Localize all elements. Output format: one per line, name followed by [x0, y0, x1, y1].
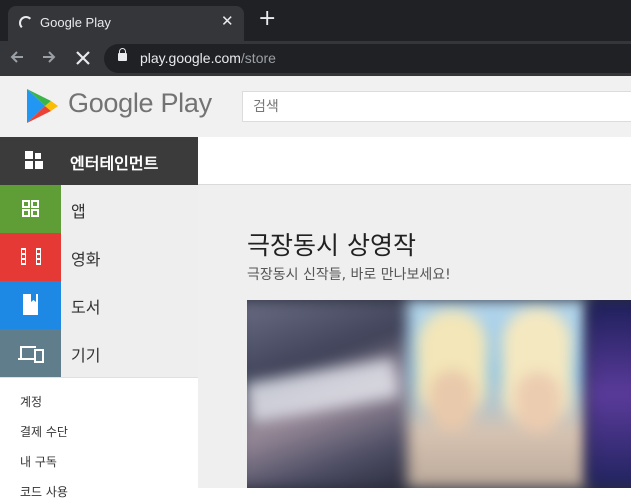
book-icon: [0, 281, 61, 329]
stop-loading-icon[interactable]: [74, 46, 92, 72]
page-title: 극장동시 상영작: [247, 231, 416, 260]
movie-poster-image[interactable]: [587, 300, 631, 488]
page-subtitle: 극장동시 신작들, 바로 만나보세요!: [247, 267, 451, 283]
sidebar-link-redeem[interactable]: 코드 사용: [20, 483, 68, 500]
featured-banner[interactable]: [247, 300, 631, 488]
sidebar-link-subscriptions[interactable]: 내 구독: [20, 453, 57, 470]
sidebar-item-label: 도서: [71, 298, 101, 317]
search-box[interactable]: [242, 91, 631, 122]
tab-title: Google Play: [40, 15, 111, 30]
loading-spinner-icon: [19, 16, 33, 30]
address-bar[interactable]: play.google.com/store: [104, 44, 631, 73]
movie-poster-image[interactable]: [407, 300, 587, 488]
sub-navigation-bar: [198, 137, 631, 185]
browser-tab[interactable]: Google Play ✕: [8, 6, 244, 41]
browser-toolbar: play.google.com/store: [0, 41, 631, 76]
search-input[interactable]: [243, 92, 631, 121]
sidebar: 엔터테인먼트 앱 영화 도서 기기 계정 결제 수단 내 구독 코드 사용: [0, 137, 198, 499]
sidebar-item-label: 앱: [71, 202, 86, 221]
sidebar-item-devices[interactable]: 기기: [0, 329, 198, 377]
sidebar-item-movies[interactable]: 영화: [0, 233, 198, 281]
url-text: play.google.com/store: [140, 50, 276, 66]
new-tab-button[interactable]: +: [258, 8, 276, 30]
sidebar-item-entertainment[interactable]: 엔터테인먼트: [0, 137, 198, 185]
sidebar-item-label: 엔터테인먼트: [70, 154, 159, 173]
sidebar-link-payment[interactable]: 결제 수단: [20, 423, 68, 440]
sidebar-item-books[interactable]: 도서: [0, 281, 198, 329]
google-play-wordmark[interactable]: Google Play: [68, 88, 212, 119]
close-tab-icon[interactable]: ✕: [221, 12, 234, 30]
sidebar-link-account[interactable]: 계정: [20, 393, 42, 410]
sidebar-divider: [0, 377, 198, 378]
apps-icon: [0, 185, 61, 233]
grid-icon: [0, 137, 61, 185]
movie-poster-image[interactable]: [247, 300, 417, 488]
browser-tab-bar: Google Play ✕ +: [0, 0, 631, 41]
devices-icon: [0, 329, 61, 377]
sidebar-item-label: 기기: [71, 346, 101, 365]
play-header: Google Play: [0, 76, 631, 137]
film-icon: [0, 233, 61, 281]
google-play-logo-icon[interactable]: [25, 88, 59, 128]
sidebar-item-label: 영화: [71, 250, 101, 269]
forward-arrow-icon[interactable]: [40, 48, 58, 71]
sidebar-item-apps[interactable]: 앱: [0, 185, 198, 233]
back-arrow-icon[interactable]: [8, 48, 26, 71]
lock-icon[interactable]: [118, 48, 127, 61]
